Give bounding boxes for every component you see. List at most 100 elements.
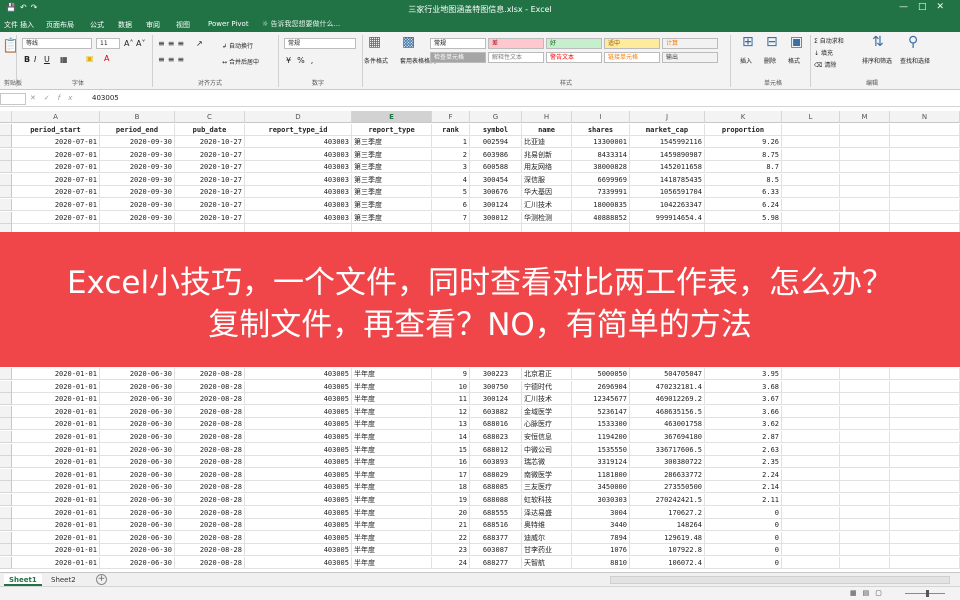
cell[interactable]: 半年度	[352, 431, 432, 443]
cell[interactable]: 470232181.4	[630, 380, 705, 393]
row-header[interactable]	[0, 161, 12, 174]
cell[interactable]: 2020-09-30	[100, 173, 175, 186]
insert-cells-icon[interactable]: ⊞	[742, 34, 754, 50]
cell[interactable]: 688023	[470, 431, 522, 443]
cell-style-check-cell[interactable]: 检查单元格	[430, 52, 486, 63]
cell[interactable]: 2020-06-30	[100, 456, 175, 469]
cell[interactable]: 2020-01-01	[12, 531, 100, 544]
cell[interactable]: name	[522, 124, 572, 136]
row-header[interactable]	[0, 544, 12, 557]
zoom-slider[interactable]	[905, 593, 945, 594]
cell[interactable]: rank	[432, 124, 470, 136]
cell[interactable]	[890, 173, 960, 186]
cell[interactable]: 金域医学	[522, 405, 572, 418]
cell[interactable]: 南微医学	[522, 468, 572, 481]
cell[interactable]	[890, 557, 960, 569]
row-header[interactable]	[0, 136, 12, 148]
cell[interactable]	[782, 456, 840, 469]
cell[interactable]: 107922.8	[630, 544, 705, 557]
cell[interactable]	[782, 161, 840, 174]
cell[interactable]: 8.75	[705, 148, 782, 161]
number-format-select[interactable]: 常规	[284, 38, 356, 49]
tab-insert[interactable]: 插入	[20, 20, 34, 30]
cell[interactable]: 38000828	[572, 161, 630, 174]
conditional-format-button[interactable]: 条件格式	[364, 56, 388, 65]
cell[interactable]	[840, 186, 890, 199]
cell[interactable]: 2020-01-01	[12, 519, 100, 532]
cell[interactable]: 2020-06-30	[100, 531, 175, 544]
cell[interactable]: 半年度	[352, 456, 432, 469]
cell[interactable]: 8.7	[705, 161, 782, 174]
cell[interactable]: 7339991	[572, 186, 630, 199]
cell[interactable]: 半年度	[352, 531, 432, 544]
cell[interactable]: 5000050	[572, 368, 630, 380]
row-header[interactable]	[0, 405, 12, 418]
cell[interactable]: 兆易创新	[522, 148, 572, 161]
cell[interactable]: 2020-01-01	[12, 481, 100, 494]
cell[interactable]: report_type_id	[245, 124, 352, 136]
font-size-up-icon[interactable]: A˄	[124, 39, 133, 48]
cell[interactable]: 2020-08-28	[175, 456, 245, 469]
cell[interactable]: 12	[432, 405, 470, 418]
cell[interactable]: 2020-08-28	[175, 506, 245, 519]
cell[interactable]: 3.68	[705, 380, 782, 393]
cell[interactable]: 2020-01-01	[12, 544, 100, 557]
cell[interactable]: 2.87	[705, 431, 782, 443]
cell[interactable]: 第三季度	[352, 199, 432, 211]
row-header[interactable]	[0, 557, 12, 569]
column-header-d[interactable]: D	[245, 111, 352, 123]
tab-power-pivot[interactable]: Power Pivot	[208, 20, 249, 28]
row-header[interactable]	[0, 519, 12, 532]
cell[interactable]: 用友网络	[522, 161, 572, 174]
sheet-tab-1[interactable]: Sheet1	[4, 574, 42, 586]
cell[interactable]: 148264	[630, 519, 705, 532]
cell[interactable]	[890, 544, 960, 557]
cell[interactable]	[782, 544, 840, 557]
cell[interactable]: 2020-01-01	[12, 418, 100, 431]
cell[interactable]: 虹软科技	[522, 494, 572, 506]
cell[interactable]	[890, 418, 960, 431]
cell[interactable]: 2020-09-30	[100, 136, 175, 148]
wrap-text-button[interactable]: ↲ 自动换行	[222, 41, 253, 50]
cell[interactable]: 2020-08-28	[175, 393, 245, 406]
tab-page-layout[interactable]: 页面布局	[46, 20, 74, 30]
cell[interactable]	[840, 418, 890, 431]
cell[interactable]: 603893	[470, 456, 522, 469]
tell-me-search[interactable]: ☼ 告诉我您想要做什么...	[262, 19, 340, 29]
cell[interactable]: 半年度	[352, 468, 432, 481]
cell[interactable]: 2.63	[705, 443, 782, 456]
cell[interactable]: 华测检测	[522, 211, 572, 224]
cell[interactable]	[890, 211, 960, 224]
column-header-n[interactable]: N	[890, 111, 960, 123]
cell[interactable]: 2020-07-01	[12, 199, 100, 211]
cell[interactable]: 3440	[572, 519, 630, 532]
cell[interactable]: 14	[432, 431, 470, 443]
row-header[interactable]	[0, 443, 12, 456]
cell[interactable]: 2020-10-27	[175, 199, 245, 211]
cell[interactable]: 469012269.2	[630, 393, 705, 406]
cell[interactable]: 汇川技术	[522, 393, 572, 406]
cell[interactable]: 2020-08-28	[175, 519, 245, 532]
row-header[interactable]	[0, 186, 12, 199]
cell[interactable]: 10	[432, 380, 470, 393]
cell-style-normal[interactable]: 常规	[430, 38, 486, 49]
cell[interactable]: 第三季度	[352, 161, 432, 174]
column-header-l[interactable]: L	[782, 111, 840, 123]
cell[interactable]	[840, 443, 890, 456]
cell[interactable]: 1056591704	[630, 186, 705, 199]
cell[interactable]: period_start	[12, 124, 100, 136]
cell[interactable]: 7	[432, 211, 470, 224]
cell[interactable]	[840, 506, 890, 519]
cell[interactable]: 2020-07-01	[12, 136, 100, 148]
cell[interactable]: 403005	[245, 531, 352, 544]
cell[interactable]: 300380722	[630, 456, 705, 469]
cell[interactable]: 2020-08-28	[175, 418, 245, 431]
cell[interactable]: 奥特维	[522, 519, 572, 532]
cell[interactable]: shares	[572, 124, 630, 136]
row-header[interactable]	[0, 468, 12, 481]
cell[interactable]: 6.24	[705, 199, 782, 211]
cell[interactable]	[782, 368, 840, 380]
cell[interactable]: 600588	[470, 161, 522, 174]
number-format-icons[interactable]: ¥%,	[286, 56, 319, 65]
cell[interactable]: 1	[432, 136, 470, 148]
